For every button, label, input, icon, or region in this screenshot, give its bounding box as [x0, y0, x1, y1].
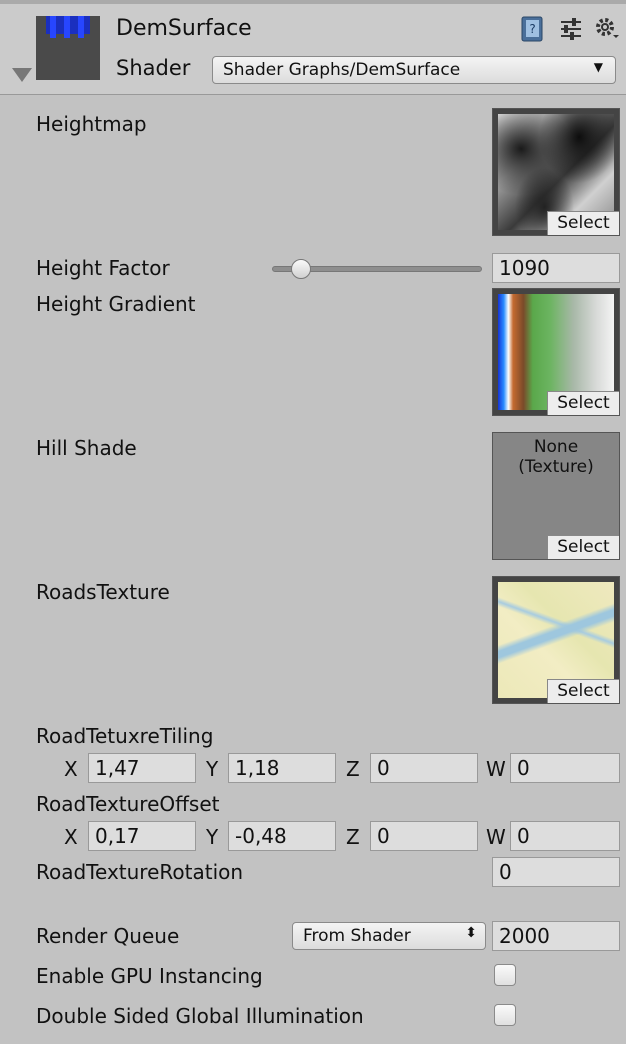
height-factor-slider-thumb[interactable]	[291, 259, 312, 279]
offset-y-label: Y	[206, 825, 219, 849]
material-preview-thumbnail	[36, 16, 100, 80]
tiling-x-field[interactable]: 1,47	[88, 753, 196, 783]
double-sided-gi-checkbox[interactable]	[494, 1004, 516, 1026]
tiling-w-label: W	[486, 757, 506, 781]
gear-settings-icon[interactable]	[594, 16, 620, 42]
road-rotation-label: RoadTextureRotation	[36, 860, 244, 884]
offset-z-label: Z	[346, 825, 360, 849]
height-factor-label: Height Factor	[36, 256, 170, 280]
gpu-instancing-label: Enable GPU Instancing	[36, 964, 263, 988]
material-header: DemSurface Shader Shader Graphs/DemSurfa…	[0, 0, 626, 95]
double-sided-gi-label: Double Sided Global Illumination	[36, 1004, 364, 1028]
preview-mesh	[46, 16, 90, 38]
header-divider	[0, 0, 626, 4]
height-factor-field[interactable]: 1090	[492, 253, 620, 283]
shader-dropdown-value: Shader Graphs/DemSurface	[223, 60, 461, 80]
material-name: DemSurface	[116, 16, 252, 41]
offset-w-field[interactable]: 0	[510, 821, 620, 851]
dropdown-arrow-icon: ▼	[593, 60, 603, 74]
offset-x-field[interactable]: 0,17	[88, 821, 196, 851]
roads-texture-label: RoadsTexture	[36, 580, 170, 604]
help-book-icon[interactable]: ?	[520, 16, 546, 42]
render-queue-mode-value: From Shader	[303, 926, 411, 946]
svg-text:?: ?	[529, 22, 535, 36]
offset-w-label: W	[486, 825, 506, 849]
hill-shade-select-button[interactable]: Select	[547, 535, 619, 559]
tiling-x-label: X	[64, 757, 78, 781]
offset-z-field[interactable]: 0	[370, 821, 478, 851]
road-rotation-field[interactable]: 0	[492, 857, 620, 887]
road-tiling-label: RoadTetuxreTiling	[36, 724, 214, 748]
render-queue-field[interactable]: 2000	[492, 921, 620, 951]
roads-texture-select-button[interactable]: Select	[547, 679, 619, 703]
hill-shade-none-text: None (Texture)	[518, 437, 594, 477]
preset-sliders-icon[interactable]	[558, 16, 584, 42]
shader-label: Shader	[116, 56, 191, 80]
heightmap-label: Heightmap	[36, 112, 147, 136]
tiling-y-field[interactable]: 1,18	[228, 753, 336, 783]
height-gradient-label: Height Gradient	[36, 292, 196, 316]
road-offset-label: RoadTextureOffset	[36, 792, 220, 816]
offset-y-field[interactable]: -0,48	[228, 821, 336, 851]
height-gradient-select-button[interactable]: Select	[547, 391, 619, 415]
foldout-arrow-icon[interactable]	[12, 68, 32, 82]
gpu-instancing-checkbox[interactable]	[494, 964, 516, 986]
roads-texture-slot[interactable]: Select	[492, 576, 620, 704]
offset-x-label: X	[64, 825, 78, 849]
render-queue-mode-dropdown[interactable]: From Shader ⬍	[292, 922, 486, 950]
heightmap-texture-slot[interactable]: Select	[492, 108, 620, 236]
tiling-z-label: Z	[346, 757, 360, 781]
updown-arrows-icon: ⬍	[465, 925, 477, 941]
shader-dropdown[interactable]: Shader Graphs/DemSurface ▼	[212, 56, 616, 84]
height-gradient-texture-slot[interactable]: Select	[492, 288, 620, 416]
tiling-z-field[interactable]: 0	[370, 753, 478, 783]
heightmap-select-button[interactable]: Select	[547, 211, 619, 235]
tiling-y-label: Y	[206, 757, 219, 781]
render-queue-label: Render Queue	[36, 924, 180, 948]
hill-shade-texture-slot[interactable]: None (Texture) Select	[492, 432, 620, 560]
tiling-w-field[interactable]: 0	[510, 753, 620, 783]
hill-shade-label: Hill Shade	[36, 436, 137, 460]
